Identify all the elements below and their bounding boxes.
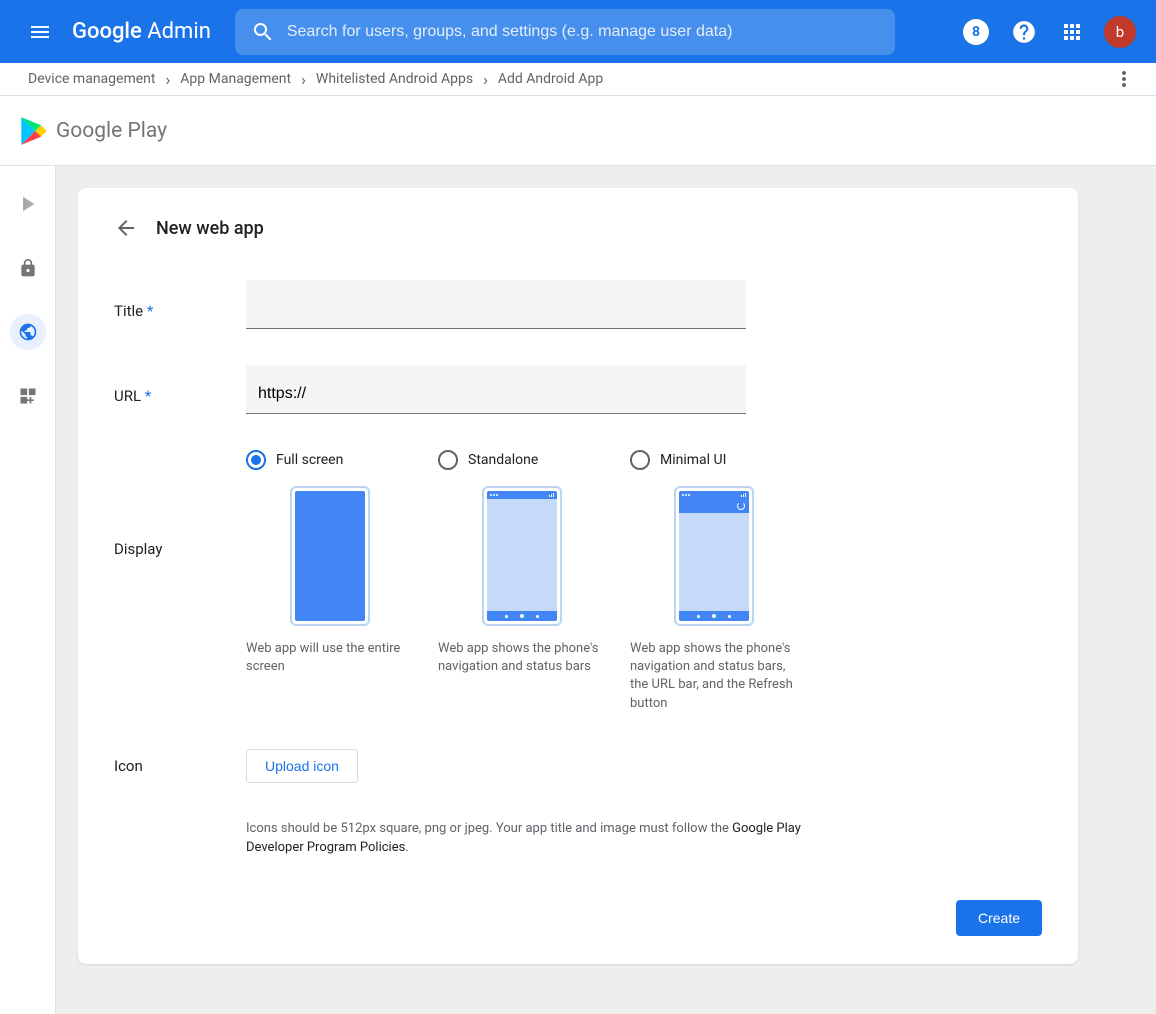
breadcrumb: Device management › App Management › Whi…: [0, 63, 1156, 96]
google-admin-logo: Google Admin: [72, 19, 211, 44]
logo-google-text: Google: [72, 19, 142, 44]
help-icon: [1011, 19, 1037, 45]
more-options-button[interactable]: [1112, 67, 1136, 91]
icon-note: Icons should be 512px square, png or jpe…: [246, 819, 806, 858]
play-sidebar: [0, 166, 56, 1014]
new-web-app-card: New web app Title * URL * Display: [78, 188, 1078, 964]
radio-icon: [630, 450, 650, 470]
radio-standalone[interactable]: Standalone: [438, 450, 606, 470]
breadcrumb-item-2[interactable]: Whitelisted Android Apps: [316, 71, 473, 87]
play-header-text: Google Play: [56, 119, 167, 143]
page-title: New web app: [156, 218, 264, 239]
chevron-right-icon: ›: [483, 70, 488, 89]
google-play-logo: Google Play: [20, 116, 167, 146]
option-desc: Web app shows the phone's navigation and…: [630, 640, 798, 713]
breadcrumb-item-0[interactable]: Device management: [28, 71, 155, 87]
account-button[interactable]: b: [1100, 12, 1140, 52]
play-header: Google Play: [0, 96, 1156, 166]
lock-icon: [18, 258, 38, 278]
sidebar-item-organize[interactable]: [10, 378, 46, 414]
radio-fullscreen[interactable]: Full screen: [246, 450, 414, 470]
option-desc: Web app will use the entire screen: [246, 640, 414, 676]
search-icon: [251, 20, 275, 44]
breadcrumb-item-3[interactable]: Add Android App: [498, 71, 603, 87]
upload-icon-button[interactable]: Upload icon: [246, 749, 358, 783]
option-desc: Web app shows the phone's navigation and…: [438, 640, 606, 676]
title-input[interactable]: [246, 280, 746, 329]
arrow-back-icon: [114, 216, 138, 240]
apps-button[interactable]: [1052, 12, 1092, 52]
display-label: Display: [114, 450, 246, 558]
help-button[interactable]: [1004, 12, 1044, 52]
logo-admin-text: Admin: [147, 19, 211, 44]
radio-icon: [246, 450, 266, 470]
phone-preview-fullscreen: [290, 486, 370, 626]
avatar: b: [1104, 16, 1136, 48]
title-label: Title *: [114, 280, 246, 320]
apps-grid-icon: [1060, 20, 1084, 44]
menu-button[interactable]: [16, 8, 64, 56]
breadcrumb-item-1[interactable]: App Management: [180, 71, 291, 87]
more-vert-icon: [1112, 67, 1136, 91]
admin-header: Google Admin 8 b: [0, 0, 1156, 63]
radio-label: Full screen: [276, 452, 343, 468]
search-input[interactable]: [287, 23, 879, 41]
sidebar-item-apps[interactable]: [10, 186, 46, 222]
url-label: URL *: [114, 365, 246, 405]
display-option-minimal: Minimal UI Web app shows the phone's nav: [630, 450, 798, 713]
updates-badge-icon: 8: [963, 19, 989, 45]
phone-preview-minimal: [674, 486, 754, 626]
sidebar-item-private[interactable]: [10, 250, 46, 286]
chevron-right-icon: ›: [301, 70, 306, 89]
display-option-fullscreen: Full screen Web app will use the entire …: [246, 450, 414, 713]
phone-preview-standalone: [482, 486, 562, 626]
play-outline-icon: [17, 193, 39, 215]
globe-icon: [18, 322, 38, 342]
play-triangle-icon: [20, 116, 48, 146]
radio-minimal[interactable]: Minimal UI: [630, 450, 798, 470]
widgets-icon: [18, 386, 38, 406]
radio-icon: [438, 450, 458, 470]
radio-label: Standalone: [468, 452, 538, 468]
search-box[interactable]: [235, 9, 895, 55]
updates-button[interactable]: 8: [956, 12, 996, 52]
sidebar-item-web-apps[interactable]: [10, 314, 46, 350]
icon-label: Icon: [114, 749, 246, 775]
main-area: New web app Title * URL * Display: [56, 166, 1156, 1014]
back-button[interactable]: [114, 216, 138, 240]
display-option-standalone: Standalone Web app shows the phone's nav…: [438, 450, 606, 713]
radio-label: Minimal UI: [660, 452, 726, 468]
hamburger-icon: [28, 20, 52, 44]
url-input[interactable]: [246, 365, 746, 414]
refresh-icon: [737, 502, 745, 510]
chevron-right-icon: ›: [165, 70, 170, 89]
create-button[interactable]: Create: [956, 900, 1042, 936]
